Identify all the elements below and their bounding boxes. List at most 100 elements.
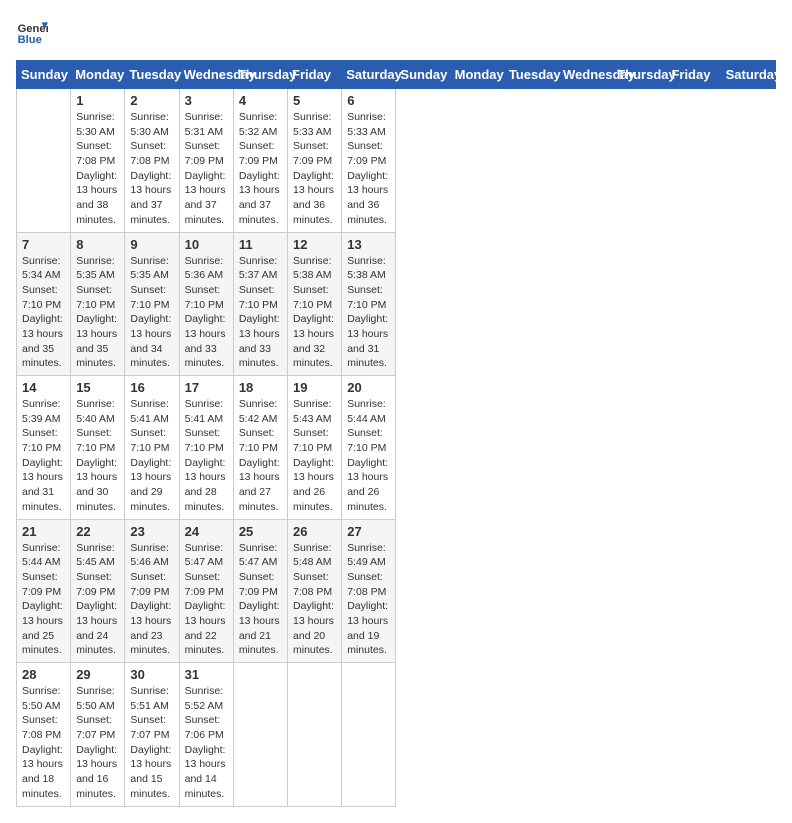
day-info: Sunrise: 5:33 AM Sunset: 7:09 PM Dayligh… (347, 110, 390, 228)
day-number: 25 (239, 524, 282, 539)
day-cell: 5Sunrise: 5:33 AM Sunset: 7:09 PM Daylig… (288, 89, 342, 233)
calendar-table: SundayMondayTuesdayWednesdayThursdayFrid… (16, 60, 776, 807)
day-number: 20 (347, 380, 390, 395)
day-cell (233, 663, 287, 807)
col-header-thursday: Thursday (613, 61, 667, 89)
col-header-saturday: Saturday (721, 61, 775, 89)
day-cell: 3 Sunrise: 5:31 AM Sunset: 7:09 PM Daylig… (179, 89, 233, 233)
day-cell: 28Sunrise: 5:50 AM Sunset: 7:08 PM Dayli… (17, 663, 71, 807)
day-number: 4 (239, 93, 282, 108)
day-cell: 8 Sunrise: 5:35 AM Sunset: 7:10 PM Daylig… (71, 232, 125, 376)
day-cell: 11 Sunrise: 5:37 AM Sunset: 7:10 PM Dayli… (233, 232, 287, 376)
day-number: 17 (185, 380, 228, 395)
day-cell: 4Sunrise: 5:32 AM Sunset: 7:09 PM Daylig… (233, 89, 287, 233)
day-info: Sunrise: 5:39 AM Sunset: 7:10 PM Dayligh… (22, 397, 65, 515)
day-cell: 29Sunrise: 5:50 AM Sunset: 7:07 PM Dayli… (71, 663, 125, 807)
day-number: 7 (22, 237, 65, 252)
week-row-2: 7Sunrise: 5:34 AM Sunset: 7:10 PM Daylig… (17, 232, 776, 376)
day-info: Sunrise: 5:30 AM Sunset: 7:08 PM Dayligh… (130, 110, 173, 228)
week-row-1: 1 Sunrise: 5:30 AM Sunset: 7:08 PM Daylig… (17, 89, 776, 233)
day-number: 29 (76, 667, 119, 682)
day-cell: 30Sunrise: 5:51 AM Sunset: 7:07 PM Dayli… (125, 663, 179, 807)
day-info: Sunrise: 5:47 AM Sunset: 7:09 PM Dayligh… (185, 541, 228, 659)
week-row-3: 14 Sunrise: 5:39 AM Sunset: 7:10 PM Dayli… (17, 376, 776, 520)
day-cell (17, 89, 71, 233)
day-info: Sunrise: 5:43 AM Sunset: 7:10 PM Dayligh… (293, 397, 336, 515)
day-cell: 21 Sunrise: 5:44 AM Sunset: 7:09 PM Dayli… (17, 519, 71, 663)
day-number: 15 (76, 380, 119, 395)
day-cell: 20 Sunrise: 5:44 AM Sunset: 7:10 PM Dayli… (342, 376, 396, 520)
day-cell: 18 Sunrise: 5:42 AM Sunset: 7:10 PM Dayli… (233, 376, 287, 520)
day-info: Sunrise: 5:49 AM Sunset: 7:08 PM Dayligh… (347, 541, 390, 659)
page-header: General Blue (16, 16, 776, 48)
day-number: 18 (239, 380, 282, 395)
col-header-friday: Friday (667, 61, 721, 89)
day-number: 21 (22, 524, 65, 539)
logo: General Blue (16, 16, 52, 48)
day-number: 19 (293, 380, 336, 395)
day-info: Sunrise: 5:31 AM Sunset: 7:09 PM Dayligh… (185, 110, 228, 228)
day-cell: 9Sunrise: 5:35 AM Sunset: 7:10 PM Daylig… (125, 232, 179, 376)
day-number: 16 (130, 380, 173, 395)
col-header-monday: Monday (71, 61, 125, 89)
day-info: Sunrise: 5:40 AM Sunset: 7:10 PM Dayligh… (76, 397, 119, 515)
day-cell: 25 Sunrise: 5:47 AM Sunset: 7:09 PM Dayli… (233, 519, 287, 663)
day-number: 8 (76, 237, 119, 252)
day-info: Sunrise: 5:30 AM Sunset: 7:08 PM Dayligh… (76, 110, 119, 228)
day-info: Sunrise: 5:38 AM Sunset: 7:10 PM Dayligh… (347, 254, 390, 372)
day-info: Sunrise: 5:42 AM Sunset: 7:10 PM Dayligh… (239, 397, 282, 515)
day-info: Sunrise: 5:37 AM Sunset: 7:10 PM Dayligh… (239, 254, 282, 372)
day-cell (342, 663, 396, 807)
week-row-5: 28Sunrise: 5:50 AM Sunset: 7:08 PM Dayli… (17, 663, 776, 807)
day-cell: 14 Sunrise: 5:39 AM Sunset: 7:10 PM Dayli… (17, 376, 71, 520)
day-cell: 15 Sunrise: 5:40 AM Sunset: 7:10 PM Dayli… (71, 376, 125, 520)
svg-text:Blue: Blue (18, 34, 42, 46)
day-info: Sunrise: 5:47 AM Sunset: 7:09 PM Dayligh… (239, 541, 282, 659)
day-cell: 17 Sunrise: 5:41 AM Sunset: 7:10 PM Dayli… (179, 376, 233, 520)
day-info: Sunrise: 5:52 AM Sunset: 7:06 PM Dayligh… (185, 684, 228, 802)
col-header-tuesday: Tuesday (125, 61, 179, 89)
logo-icon: General Blue (16, 16, 48, 48)
day-cell: 23Sunrise: 5:46 AM Sunset: 7:09 PM Dayli… (125, 519, 179, 663)
col-header-wednesday: Wednesday (179, 61, 233, 89)
day-number: 13 (347, 237, 390, 252)
col-header-wednesday: Wednesday (559, 61, 613, 89)
day-info: Sunrise: 5:44 AM Sunset: 7:10 PM Dayligh… (347, 397, 390, 515)
day-info: Sunrise: 5:41 AM Sunset: 7:10 PM Dayligh… (130, 397, 173, 515)
day-info: Sunrise: 5:35 AM Sunset: 7:10 PM Dayligh… (76, 254, 119, 372)
day-cell: 24 Sunrise: 5:47 AM Sunset: 7:09 PM Dayli… (179, 519, 233, 663)
day-cell: 22 Sunrise: 5:45 AM Sunset: 7:09 PM Dayli… (71, 519, 125, 663)
day-number: 22 (76, 524, 119, 539)
day-number: 6 (347, 93, 390, 108)
day-number: 30 (130, 667, 173, 682)
day-number: 24 (185, 524, 228, 539)
col-header-sunday: Sunday (17, 61, 71, 89)
day-cell: 7Sunrise: 5:34 AM Sunset: 7:10 PM Daylig… (17, 232, 71, 376)
day-info: Sunrise: 5:44 AM Sunset: 7:09 PM Dayligh… (22, 541, 65, 659)
day-info: Sunrise: 5:35 AM Sunset: 7:10 PM Dayligh… (130, 254, 173, 372)
col-header-friday: Friday (288, 61, 342, 89)
day-number: 11 (239, 237, 282, 252)
day-cell: 10 Sunrise: 5:36 AM Sunset: 7:10 PM Dayli… (179, 232, 233, 376)
header-row: SundayMondayTuesdayWednesdayThursdayFrid… (17, 61, 776, 89)
col-header-monday: Monday (450, 61, 504, 89)
day-number: 26 (293, 524, 336, 539)
day-cell: 12Sunrise: 5:38 AM Sunset: 7:10 PM Dayli… (288, 232, 342, 376)
day-number: 2 (130, 93, 173, 108)
day-cell: 26 Sunrise: 5:48 AM Sunset: 7:08 PM Dayli… (288, 519, 342, 663)
day-info: Sunrise: 5:50 AM Sunset: 7:08 PM Dayligh… (22, 684, 65, 802)
day-info: Sunrise: 5:41 AM Sunset: 7:10 PM Dayligh… (185, 397, 228, 515)
day-number: 31 (185, 667, 228, 682)
day-number: 10 (185, 237, 228, 252)
day-number: 1 (76, 93, 119, 108)
week-row-4: 21 Sunrise: 5:44 AM Sunset: 7:09 PM Dayli… (17, 519, 776, 663)
day-number: 3 (185, 93, 228, 108)
day-info: Sunrise: 5:36 AM Sunset: 7:10 PM Dayligh… (185, 254, 228, 372)
day-number: 27 (347, 524, 390, 539)
day-number: 14 (22, 380, 65, 395)
day-info: Sunrise: 5:45 AM Sunset: 7:09 PM Dayligh… (76, 541, 119, 659)
day-cell: 31 Sunrise: 5:52 AM Sunset: 7:06 PM Dayli… (179, 663, 233, 807)
day-number: 23 (130, 524, 173, 539)
day-info: Sunrise: 5:48 AM Sunset: 7:08 PM Dayligh… (293, 541, 336, 659)
day-cell: 13 Sunrise: 5:38 AM Sunset: 7:10 PM Dayli… (342, 232, 396, 376)
